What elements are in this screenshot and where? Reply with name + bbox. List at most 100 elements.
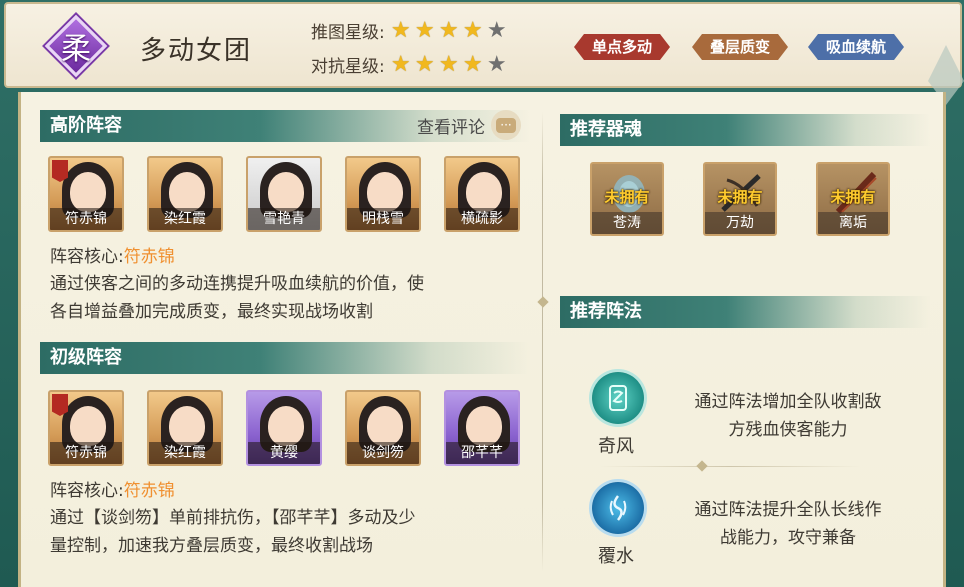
star-filled-icon: ★ [414,17,435,43]
hero-name: 雪艳青 [248,208,320,230]
advanced-lineup-title: 高阶阵容 [50,115,122,136]
relic-name: 苍涛 [592,212,662,234]
basic-desc-line1: 通过【谈剑笏】单前排抗伤，【邵芊芊】多动及少 [50,508,416,528]
basic-core-name[interactable]: 符赤锦 [124,481,175,501]
hero-portrait-face [466,172,502,212]
relics-title: 推荐器魂 [570,119,642,140]
advanced-description: 通过侠客之间的多动连携提升吸血续航的价值，使 各自增益叠加完成质变，最终实现战场… [50,270,424,326]
push-rating-label: 推图星级: [311,23,385,43]
hero-portrait-face [169,406,205,446]
tag-single-multi-action: 单点多动 [574,34,670,60]
relics-header: 推荐器魂 [560,114,930,146]
unowned-badge: 未拥有 [604,188,650,206]
hero-name: 符赤锦 [50,208,122,230]
star-filled-icon: ★ [390,17,411,43]
advanced-hero-row: 符赤锦 染红霞 雪艳青 明栈雪 横疏影 [48,156,520,232]
hero-portrait-face [169,172,205,212]
formation-name-qifeng: 奇风 [598,436,634,457]
style-badge: 柔 [44,14,108,78]
hero-name: 横疏影 [446,208,518,230]
push-rating-stars: ★ ★ ★ ★ ★ [389,17,509,43]
hero-card[interactable]: 黄缨 [246,390,322,466]
star-filled-icon: ★ [462,51,483,77]
advanced-desc-line1: 通过侠客之间的多动连携提升吸血续航的价值，使 [50,274,424,294]
formation-desc-line2: 战能力，攻守兼备 [720,528,856,548]
formation-desc-qifeng: 通过阵法增加全队收割敌 方残血侠客能力 [668,388,908,444]
star-filled-icon: ★ [414,51,435,77]
hero-portrait-face [70,172,106,212]
relic-name: 离垢 [818,212,888,234]
hero-card[interactable]: 雪艳青 [246,156,322,232]
hero-portrait-face [268,406,304,446]
hero-card[interactable]: 横疏影 [444,156,520,232]
push-rating: 推图星级: ★ ★ ★ ★ ★ [311,18,509,43]
unowned-badge: 未拥有 [830,188,876,206]
hero-name: 染红霞 [149,208,221,230]
pvp-rating-label: 对抗星级: [311,57,385,77]
hero-card[interactable]: 染红霞 [147,156,223,232]
basic-description: 通过【谈剑笏】单前排抗伤，【邵芊芊】多动及少 量控制，加速我方叠层质变，最终收割… [50,504,416,560]
formation-desc-line1: 通过阵法增加全队收割敌 [694,392,882,412]
basic-desc-line2: 量控制，加速我方叠层质变，最终收割战场 [50,536,373,556]
hero-card[interactable]: 明栈雪 [345,156,421,232]
pvp-rating-stars: ★ ★ ★ ★ ★ [389,51,509,77]
hero-portrait-face [367,406,403,446]
star-filled-icon: ★ [390,51,411,77]
advanced-core-label: 阵容核心: [50,247,124,267]
star-empty-icon: ★ [486,51,507,77]
hero-card[interactable]: 符赤锦 [48,390,124,466]
basic-core-label: 阵容核心: [50,481,124,501]
formation-desc-fushui: 通过阵法提升全队长线作 战能力，攻守兼备 [668,496,908,552]
hero-portrait-face [268,172,304,212]
view-reviews-label: 查看评论 [417,117,485,138]
hero-portrait-face [70,406,106,446]
hero-card[interactable]: 邵芊芊 [444,390,520,466]
advanced-desc-line2: 各自增益叠加完成质变，最终实现战场收割 [50,302,373,322]
team-header: 柔 多动女团 推图星级: ★ ★ ★ ★ ★ 对抗星级: ★ ★ ★ ★ ★ 单点多动 叠层质变… [4,2,962,88]
hero-name: 明栈雪 [347,208,419,230]
hero-card[interactable]: 符赤锦 [48,156,124,232]
hero-name: 邵芊芊 [446,442,518,464]
formation-name-fushui: 覆水 [598,546,634,567]
badge-char: 柔 [61,32,91,67]
basic-core-line: 阵容核心:符赤锦 [50,476,175,501]
advanced-core-name[interactable]: 符赤锦 [124,247,175,267]
core-banner-icon [52,160,68,182]
relic-wanjie[interactable]: 未拥有 万劫 [703,162,777,236]
star-empty-icon: ★ [486,17,507,43]
hero-portrait-face [367,172,403,212]
hero-name: 黄缨 [248,442,320,464]
tag-stack-transform: 叠层质变 [692,34,788,60]
hero-name: 染红霞 [149,442,221,464]
relic-ligou[interactable]: 未拥有 离垢 [816,162,890,236]
star-filled-icon: ★ [462,17,483,43]
hero-card[interactable]: 染红霞 [147,390,223,466]
core-banner-icon [52,394,68,416]
formations-title: 推荐阵法 [570,301,642,322]
relic-cangtao[interactable]: 未拥有 苍涛 [590,162,664,236]
formation-separator [600,466,860,467]
formations-header: 推荐阵法 [560,296,930,328]
basic-lineup-header: 初级阵容 [40,342,530,374]
column-divider [542,112,543,572]
water-wave-icon[interactable] [592,482,644,534]
basic-lineup-title: 初级阵容 [50,347,122,368]
comment-bubble-icon: ··· [491,110,521,140]
view-reviews-button[interactable]: 查看评论 ··· [417,110,521,140]
advanced-core-line: 阵容核心:符赤锦 [50,242,175,267]
formation-desc-line2: 方残血侠客能力 [728,420,848,440]
wind-scroll-icon[interactable] [592,372,644,424]
star-filled-icon: ★ [438,51,459,77]
unowned-badge: 未拥有 [717,188,763,206]
pvp-rating: 对抗星级: ★ ★ ★ ★ ★ [311,52,509,77]
team-title: 多动女团 [140,36,253,66]
relic-name: 万劫 [705,212,775,234]
formation-desc-line1: 通过阵法提升全队长线作 [694,500,882,520]
hero-name: 符赤锦 [50,442,122,464]
basic-hero-row: 符赤锦 染红霞 黄缨 谈剑笏 邵芊芊 [48,390,520,466]
tag-lifesteal-sustain: 吸血续航 [808,34,904,60]
hero-name: 谈剑笏 [347,442,419,464]
hero-portrait-face [466,406,502,446]
hero-card[interactable]: 谈剑笏 [345,390,421,466]
star-filled-icon: ★ [438,17,459,43]
